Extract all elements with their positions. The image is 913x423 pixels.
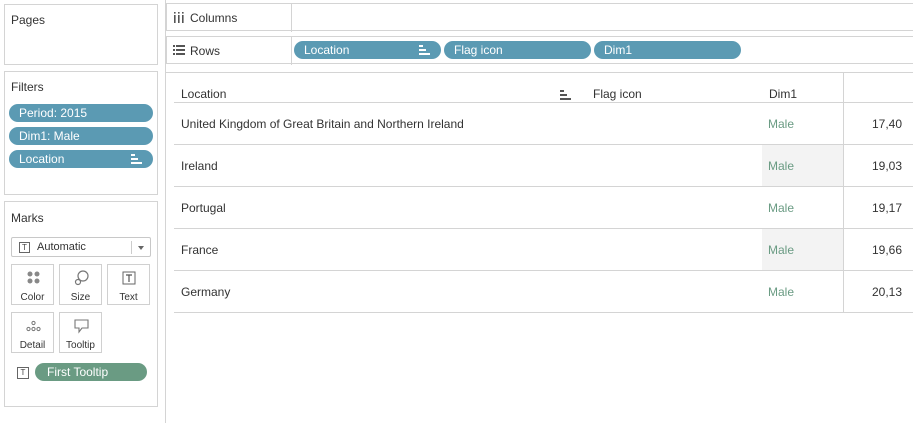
rows-pill-flag-icon[interactable]: Flag icon — [444, 41, 591, 59]
text-button[interactable]: Text — [107, 264, 150, 305]
table-row[interactable]: France Male 19,66 — [174, 229, 913, 271]
table-row[interactable]: Portugal Male 19,17 — [174, 187, 913, 229]
right-panel: Columns Rows Location Flag icon Dim1 Loc… — [165, 0, 913, 423]
sort-descending-icon — [419, 45, 431, 55]
pages-card[interactable]: Pages — [4, 4, 158, 65]
location-cell: France — [181, 243, 219, 257]
dim1-cell: Male — [762, 103, 843, 144]
color-icon — [27, 271, 40, 284]
size-icon — [74, 270, 89, 286]
value-text: 19,17 — [871, 201, 902, 215]
table-row[interactable]: United Kingdom of Great Britain and Nort… — [174, 103, 913, 145]
header-location[interactable]: Location — [181, 87, 226, 101]
columns-shelf-label: Columns — [173, 11, 237, 25]
filter-pill-period[interactable]: Period: 2015 — [9, 104, 153, 122]
columns-shelf[interactable]: Columns — [166, 3, 913, 32]
color-button[interactable]: Color — [11, 264, 54, 305]
text-label: Text — [119, 292, 138, 303]
shelf-divider — [291, 4, 292, 32]
columns-label: Columns — [190, 11, 238, 25]
table-row[interactable]: Ireland Male 19,03 — [174, 145, 913, 187]
rows-pill-dim1[interactable]: Dim1 — [594, 41, 741, 59]
dim1-value: Male — [768, 285, 795, 299]
rows-icon — [173, 45, 185, 55]
location-cell: Germany — [181, 285, 231, 299]
value-cell: 19,66 — [843, 229, 913, 270]
value-text: 19,66 — [871, 243, 902, 257]
rows-pill-label: Flag icon — [454, 43, 503, 57]
columns-icon — [174, 12, 184, 23]
mark-type-value: Automatic — [37, 241, 86, 253]
tooltip-label: Tooltip — [66, 340, 95, 351]
dim1-value: Male — [768, 201, 795, 215]
location-cell: United Kingdom of Great Britain and Nort… — [181, 117, 464, 131]
sort-descending-icon — [131, 154, 143, 164]
filter-pill-location[interactable]: Location — [9, 150, 153, 168]
view-area: Location Flag icon Dim1 United Kingdom o… — [166, 72, 913, 423]
detail-button[interactable]: Detail — [11, 312, 54, 353]
dim1-cell: Male — [762, 187, 843, 228]
dim1-cell: Male — [762, 229, 843, 270]
location-cell: Ireland — [181, 159, 218, 173]
filter-pill-label: Location — [19, 152, 65, 166]
rows-shelf-label: Rows — [173, 44, 220, 58]
marks-title: Marks — [11, 211, 44, 225]
dropdown-divider — [131, 241, 132, 254]
shelf-divider — [291, 37, 292, 65]
dim1-value: Male — [768, 117, 795, 131]
filter-pill-dim1[interactable]: Dim1: Male — [9, 127, 153, 145]
value-cell: 19,03 — [843, 145, 913, 186]
value-cell: 19,17 — [843, 187, 913, 228]
tooltip-field-label: First Tooltip — [47, 365, 109, 379]
dim1-value: Male — [768, 159, 795, 173]
location-cell: Portugal — [181, 201, 226, 215]
dim1-value: Male — [768, 243, 795, 257]
color-label: Color — [20, 292, 45, 303]
filter-pill-label: Dim1: Male — [19, 129, 80, 143]
rows-shelf[interactable]: Rows Location Flag icon Dim1 — [166, 36, 913, 65]
value-text: 20,13 — [871, 285, 902, 299]
mark-type-dropdown[interactable]: T Automatic — [11, 237, 151, 257]
size-label: Size — [70, 292, 91, 303]
tooltip-button[interactable]: Tooltip — [59, 312, 102, 353]
dim1-cell: Male — [762, 271, 843, 312]
chevron-down-icon — [138, 246, 144, 250]
sort-descending-icon[interactable] — [560, 90, 572, 100]
header-divider — [843, 73, 844, 102]
text-mark-icon: T — [17, 367, 29, 379]
marks-card: Marks T Automatic Color Size Text Detail… — [4, 201, 158, 407]
rows-pill-label: Dim1 — [604, 43, 633, 57]
left-panel: Pages Filters Period: 2015 Dim1: Male Lo… — [0, 0, 162, 423]
rows-pill-location[interactable]: Location — [294, 41, 441, 59]
tooltip-icon — [74, 319, 89, 334]
rows-pill-label: Location — [304, 43, 350, 57]
detail-label: Detail — [19, 340, 46, 351]
table-row[interactable]: Germany Male 20,13 — [174, 271, 913, 313]
value-text: 19,03 — [871, 159, 902, 173]
value-text: 17,40 — [871, 117, 902, 131]
pages-title: Pages — [11, 13, 46, 27]
tooltip-field-pill[interactable]: First Tooltip — [35, 363, 147, 381]
text-icon — [122, 271, 136, 285]
header-flag-icon[interactable]: Flag icon — [593, 87, 642, 101]
size-button[interactable]: Size — [59, 264, 102, 305]
text-mark-icon: T — [19, 242, 30, 253]
filters-card: Filters Period: 2015 Dim1: Male Location — [4, 71, 158, 195]
dim1-cell: Male — [762, 145, 843, 186]
header-dim1[interactable]: Dim1 — [769, 87, 797, 101]
detail-icon — [26, 320, 41, 332]
rows-label: Rows — [190, 44, 221, 58]
filters-title: Filters — [11, 80, 44, 94]
filter-pill-label: Period: 2015 — [19, 106, 88, 120]
value-cell: 20,13 — [843, 271, 913, 312]
value-cell: 17,40 — [843, 103, 913, 144]
